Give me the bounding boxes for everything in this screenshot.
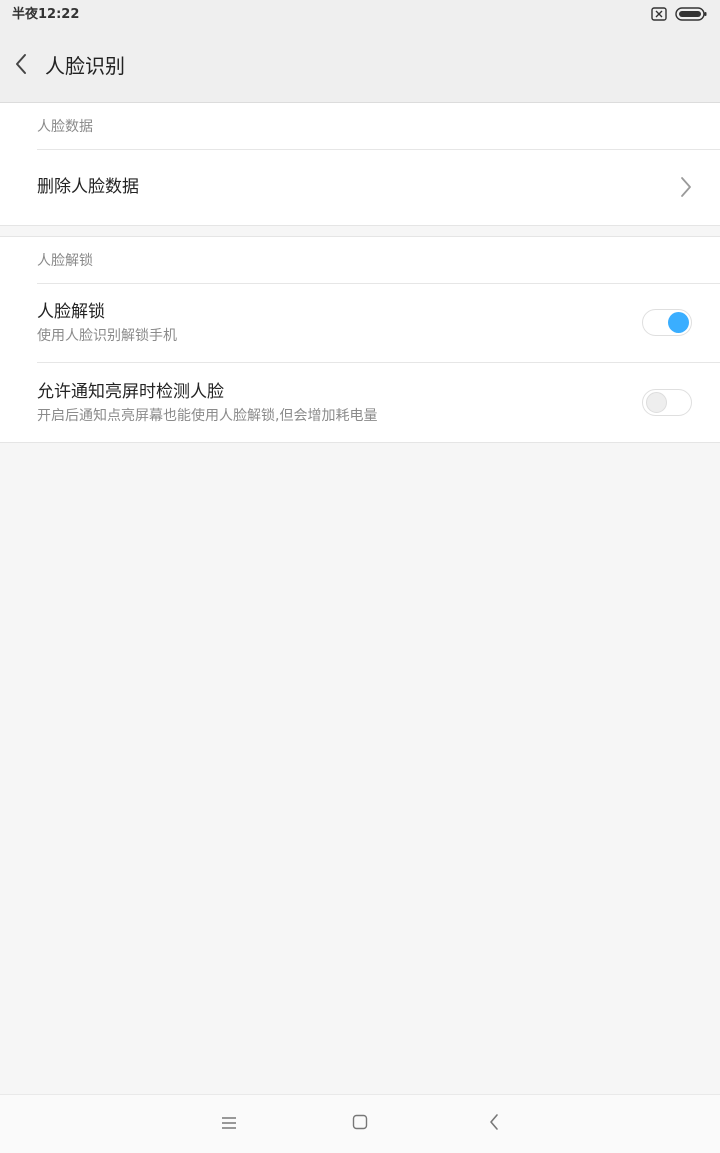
status-bar: 半夜12:22	[0, 0, 720, 30]
toggle-knob	[668, 312, 689, 333]
nav-back-button[interactable]	[483, 1113, 505, 1135]
back-icon	[488, 1113, 500, 1135]
battery-icon	[675, 6, 707, 25]
section-face-data: 人脸数据 删除人脸数据	[0, 103, 720, 226]
row-title: 删除人脸数据	[37, 177, 139, 197]
row-title: 允许通知亮屏时检测人脸	[37, 382, 224, 402]
menu-button[interactable]	[218, 1113, 240, 1135]
sim-off-icon	[651, 6, 667, 25]
face-unlock-row[interactable]: 人脸解锁 使用人脸识别解锁手机	[0, 283, 720, 363]
chevron-left-icon	[14, 53, 28, 79]
section-header-label: 人脸数据	[37, 119, 93, 135]
navigation-bar	[0, 1094, 720, 1153]
home-button[interactable]	[349, 1113, 371, 1135]
section-face-unlock: 人脸解锁 人脸解锁 使用人脸识别解锁手机 允许通知亮屏时检测人脸 开启后通知点亮…	[0, 236, 720, 443]
notify-screen-detect-row[interactable]: 允许通知亮屏时检测人脸 开启后通知点亮屏幕也能使用人脸解锁,但会增加耗电量	[0, 363, 720, 442]
back-button[interactable]	[6, 48, 36, 84]
app-bar: 人脸识别	[0, 30, 720, 103]
row-title: 人脸解锁	[37, 302, 105, 322]
status-time: 半夜12:22	[12, 7, 80, 22]
home-icon	[352, 1114, 368, 1134]
row-subtitle: 开启后通知点亮屏幕也能使用人脸解锁,但会增加耗电量	[37, 408, 378, 424]
toggle-knob	[646, 392, 667, 413]
menu-icon	[221, 1115, 237, 1134]
section-header-label: 人脸解锁	[37, 253, 93, 269]
face-unlock-toggle[interactable]	[642, 309, 692, 336]
section-header: 人脸数据	[37, 103, 720, 150]
section-header: 人脸解锁	[37, 237, 720, 284]
status-icons	[651, 6, 707, 25]
row-subtitle: 使用人脸识别解锁手机	[37, 328, 177, 344]
chevron-right-icon	[678, 176, 694, 198]
page-title: 人脸识别	[45, 54, 125, 78]
delete-face-data-row[interactable]: 删除人脸数据	[0, 149, 720, 225]
notify-detect-toggle[interactable]	[642, 389, 692, 416]
